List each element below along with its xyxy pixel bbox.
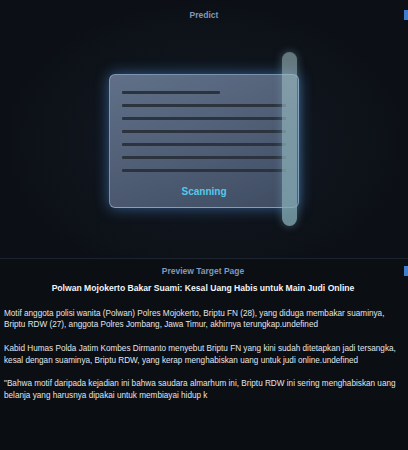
preview-panel: Preview Target PagePolwan Mojokerto Baka…	[0, 258, 408, 401]
scroll-marker	[404, 266, 408, 276]
scan-status: Scanning	[122, 182, 286, 199]
text-line	[122, 169, 286, 172]
document-illustration: Scanning	[109, 74, 299, 208]
predict-panel: Predict Scanning	[0, 0, 408, 258]
scan-bar	[282, 52, 297, 226]
text-line	[122, 104, 286, 107]
text-line	[122, 91, 220, 94]
panel-title: Predict	[0, 0, 408, 24]
preview-title: Preview Target Page	[4, 259, 402, 282]
article-paragraph: Kabid Humas Polda Jatim Kombes Dirmanto …	[4, 343, 402, 366]
article-headline: Polwan Mojokerto Bakar Suami: Kesal Uang…	[4, 282, 402, 294]
document-card: Scanning	[109, 74, 299, 208]
text-line	[122, 143, 286, 146]
text-line	[122, 117, 286, 120]
article-paragraph: "Bahwa motif daripada kejadian ini bahwa…	[4, 378, 402, 401]
article-paragraph: Motif anggota polisi wanita (Polwan) Pol…	[4, 308, 402, 331]
document-lines	[122, 91, 286, 172]
text-line	[122, 130, 286, 133]
text-line	[122, 156, 286, 159]
scroll-marker	[404, 10, 408, 20]
scan-stage: Scanning	[0, 24, 408, 258]
